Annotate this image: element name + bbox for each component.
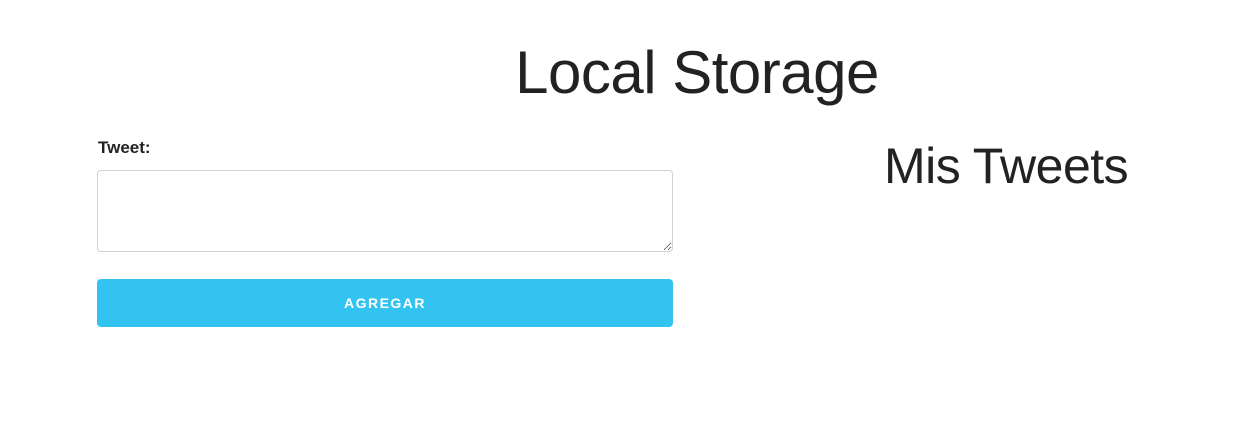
tweet-form: Tweet: AGREGAR [97,138,673,327]
my-tweets-heading: Mis Tweets [884,138,1129,194]
tweet-label: Tweet: [98,138,151,157]
add-tweet-button[interactable]: AGREGAR [97,279,673,327]
page-title: Local Storage [515,39,879,106]
tweet-textarea[interactable] [97,170,673,252]
